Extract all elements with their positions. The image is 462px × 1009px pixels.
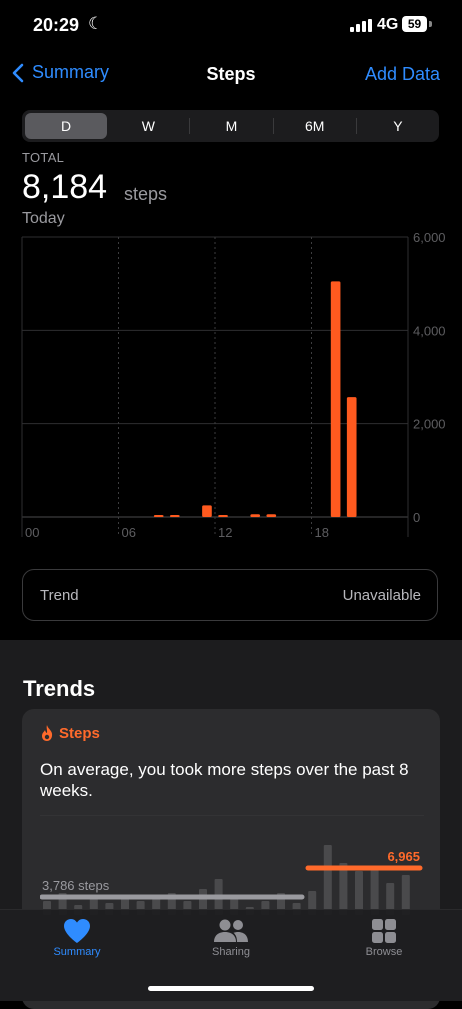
tab-summary[interactable]: Summary [27, 918, 127, 958]
tab-sharing[interactable]: Sharing [181, 918, 281, 958]
signal-icon [350, 19, 372, 32]
steps-bar [346, 397, 357, 517]
total-value: 8,184 [22, 168, 108, 206]
steps-bar [202, 505, 212, 517]
range-day[interactable]: D [25, 113, 108, 139]
tab-browse[interactable]: Browse [334, 918, 434, 958]
grid-icon [372, 919, 396, 943]
mini-bar [339, 863, 348, 915]
steps-chart[interactable]: 6,0004,0002,000000 06 12 18 [0, 230, 462, 550]
steps-bar [250, 514, 261, 517]
home-indicator [148, 986, 314, 991]
baseline-average-label: 3,786 steps [42, 878, 110, 893]
flame-icon [42, 725, 53, 741]
status-bar: 20:29 ☾ 4G 59 [0, 0, 462, 50]
range-segmented-control: D W M 6M Y [22, 110, 439, 142]
total-label: TOTAL [22, 150, 65, 165]
x-tick-label: 00 [25, 525, 39, 540]
add-data-button[interactable]: Add Data [365, 64, 440, 85]
steps-bar [169, 515, 180, 517]
tab-summary-label: Summary [53, 946, 101, 958]
trend-mini-chart: 3,786 steps 6,965 [40, 815, 424, 915]
total-unit: steps [124, 184, 168, 204]
steps-bar [266, 514, 277, 517]
trend-value: Unavailable [342, 587, 421, 604]
navigation-bar: Summary Steps Add Data [0, 50, 462, 98]
y-tick-label: 2,000 [413, 417, 446, 432]
tab-browse-label: Browse [365, 946, 403, 958]
range-six-months[interactable]: 6M [274, 113, 356, 139]
tab-sharing-label: Sharing [212, 946, 250, 958]
mini-bar [370, 867, 379, 915]
recent-average-label: 6,965 [387, 849, 420, 864]
y-tick-label: 6,000 [413, 230, 446, 245]
x-tick-label: 12 [218, 525, 232, 540]
period-label: Today [22, 210, 65, 227]
trend-card-title: Steps [59, 725, 100, 742]
people-icon [214, 919, 248, 942]
status-time: 20:29 [33, 15, 80, 35]
x-tick-label: 06 [122, 525, 136, 540]
battery-nub [429, 21, 432, 27]
moon-icon: ☾ [88, 14, 104, 33]
range-month[interactable]: M [190, 113, 272, 139]
trends-title: Trends [23, 676, 96, 701]
battery-icon: 59 [402, 16, 427, 32]
trend-message: On average, you took more steps over the… [40, 760, 409, 800]
trend-row[interactable]: Trend Unavailable [22, 569, 438, 621]
heart-icon [64, 919, 90, 943]
range-week[interactable]: W [107, 113, 189, 139]
steps-bar [153, 515, 164, 517]
range-year[interactable]: Y [357, 113, 439, 139]
mini-bar [323, 845, 332, 915]
trend-label: Trend [40, 587, 79, 604]
x-tick-label: 18 [315, 525, 329, 540]
steps-bar [330, 281, 341, 517]
steps-bar [218, 515, 228, 517]
y-tick-label: 0 [413, 510, 420, 525]
network-type: 4G [377, 16, 399, 33]
y-tick-label: 4,000 [413, 323, 446, 338]
